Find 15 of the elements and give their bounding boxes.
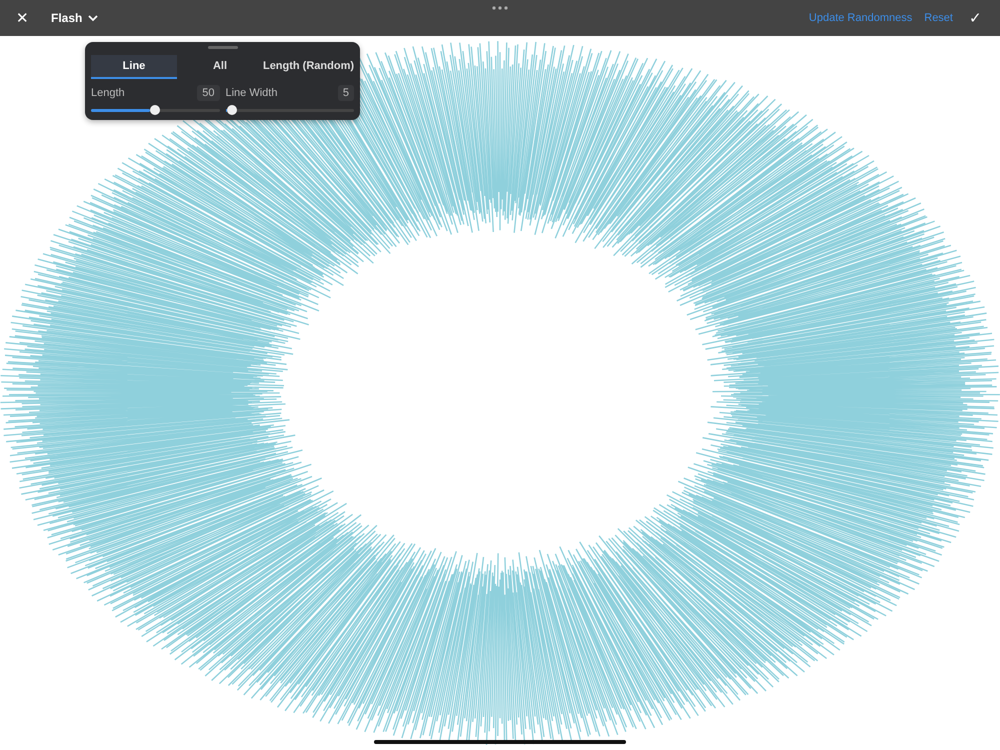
tab[interactable]: Line <box>91 55 177 79</box>
slider-thumb[interactable] <box>150 105 160 115</box>
confirm-button[interactable]: ✓ <box>965 7 986 29</box>
chevron-down-icon <box>88 14 98 22</box>
drag-handle[interactable] <box>208 46 238 49</box>
slider-label: Line Width <box>226 87 278 99</box>
slider-value[interactable]: 50 <box>197 85 220 101</box>
tab[interactable]: All <box>176 55 263 79</box>
slider-thumb[interactable] <box>226 105 237 115</box>
brush-title-dropdown[interactable]: Flash <box>51 11 98 25</box>
slider-label: Length <box>91 87 125 99</box>
tab[interactable]: Length (Random) <box>262 55 354 79</box>
slider-value[interactable]: 5 <box>338 85 354 101</box>
close-button[interactable]: ✕ <box>12 7 33 29</box>
more-dots-icon[interactable] <box>492 6 508 10</box>
